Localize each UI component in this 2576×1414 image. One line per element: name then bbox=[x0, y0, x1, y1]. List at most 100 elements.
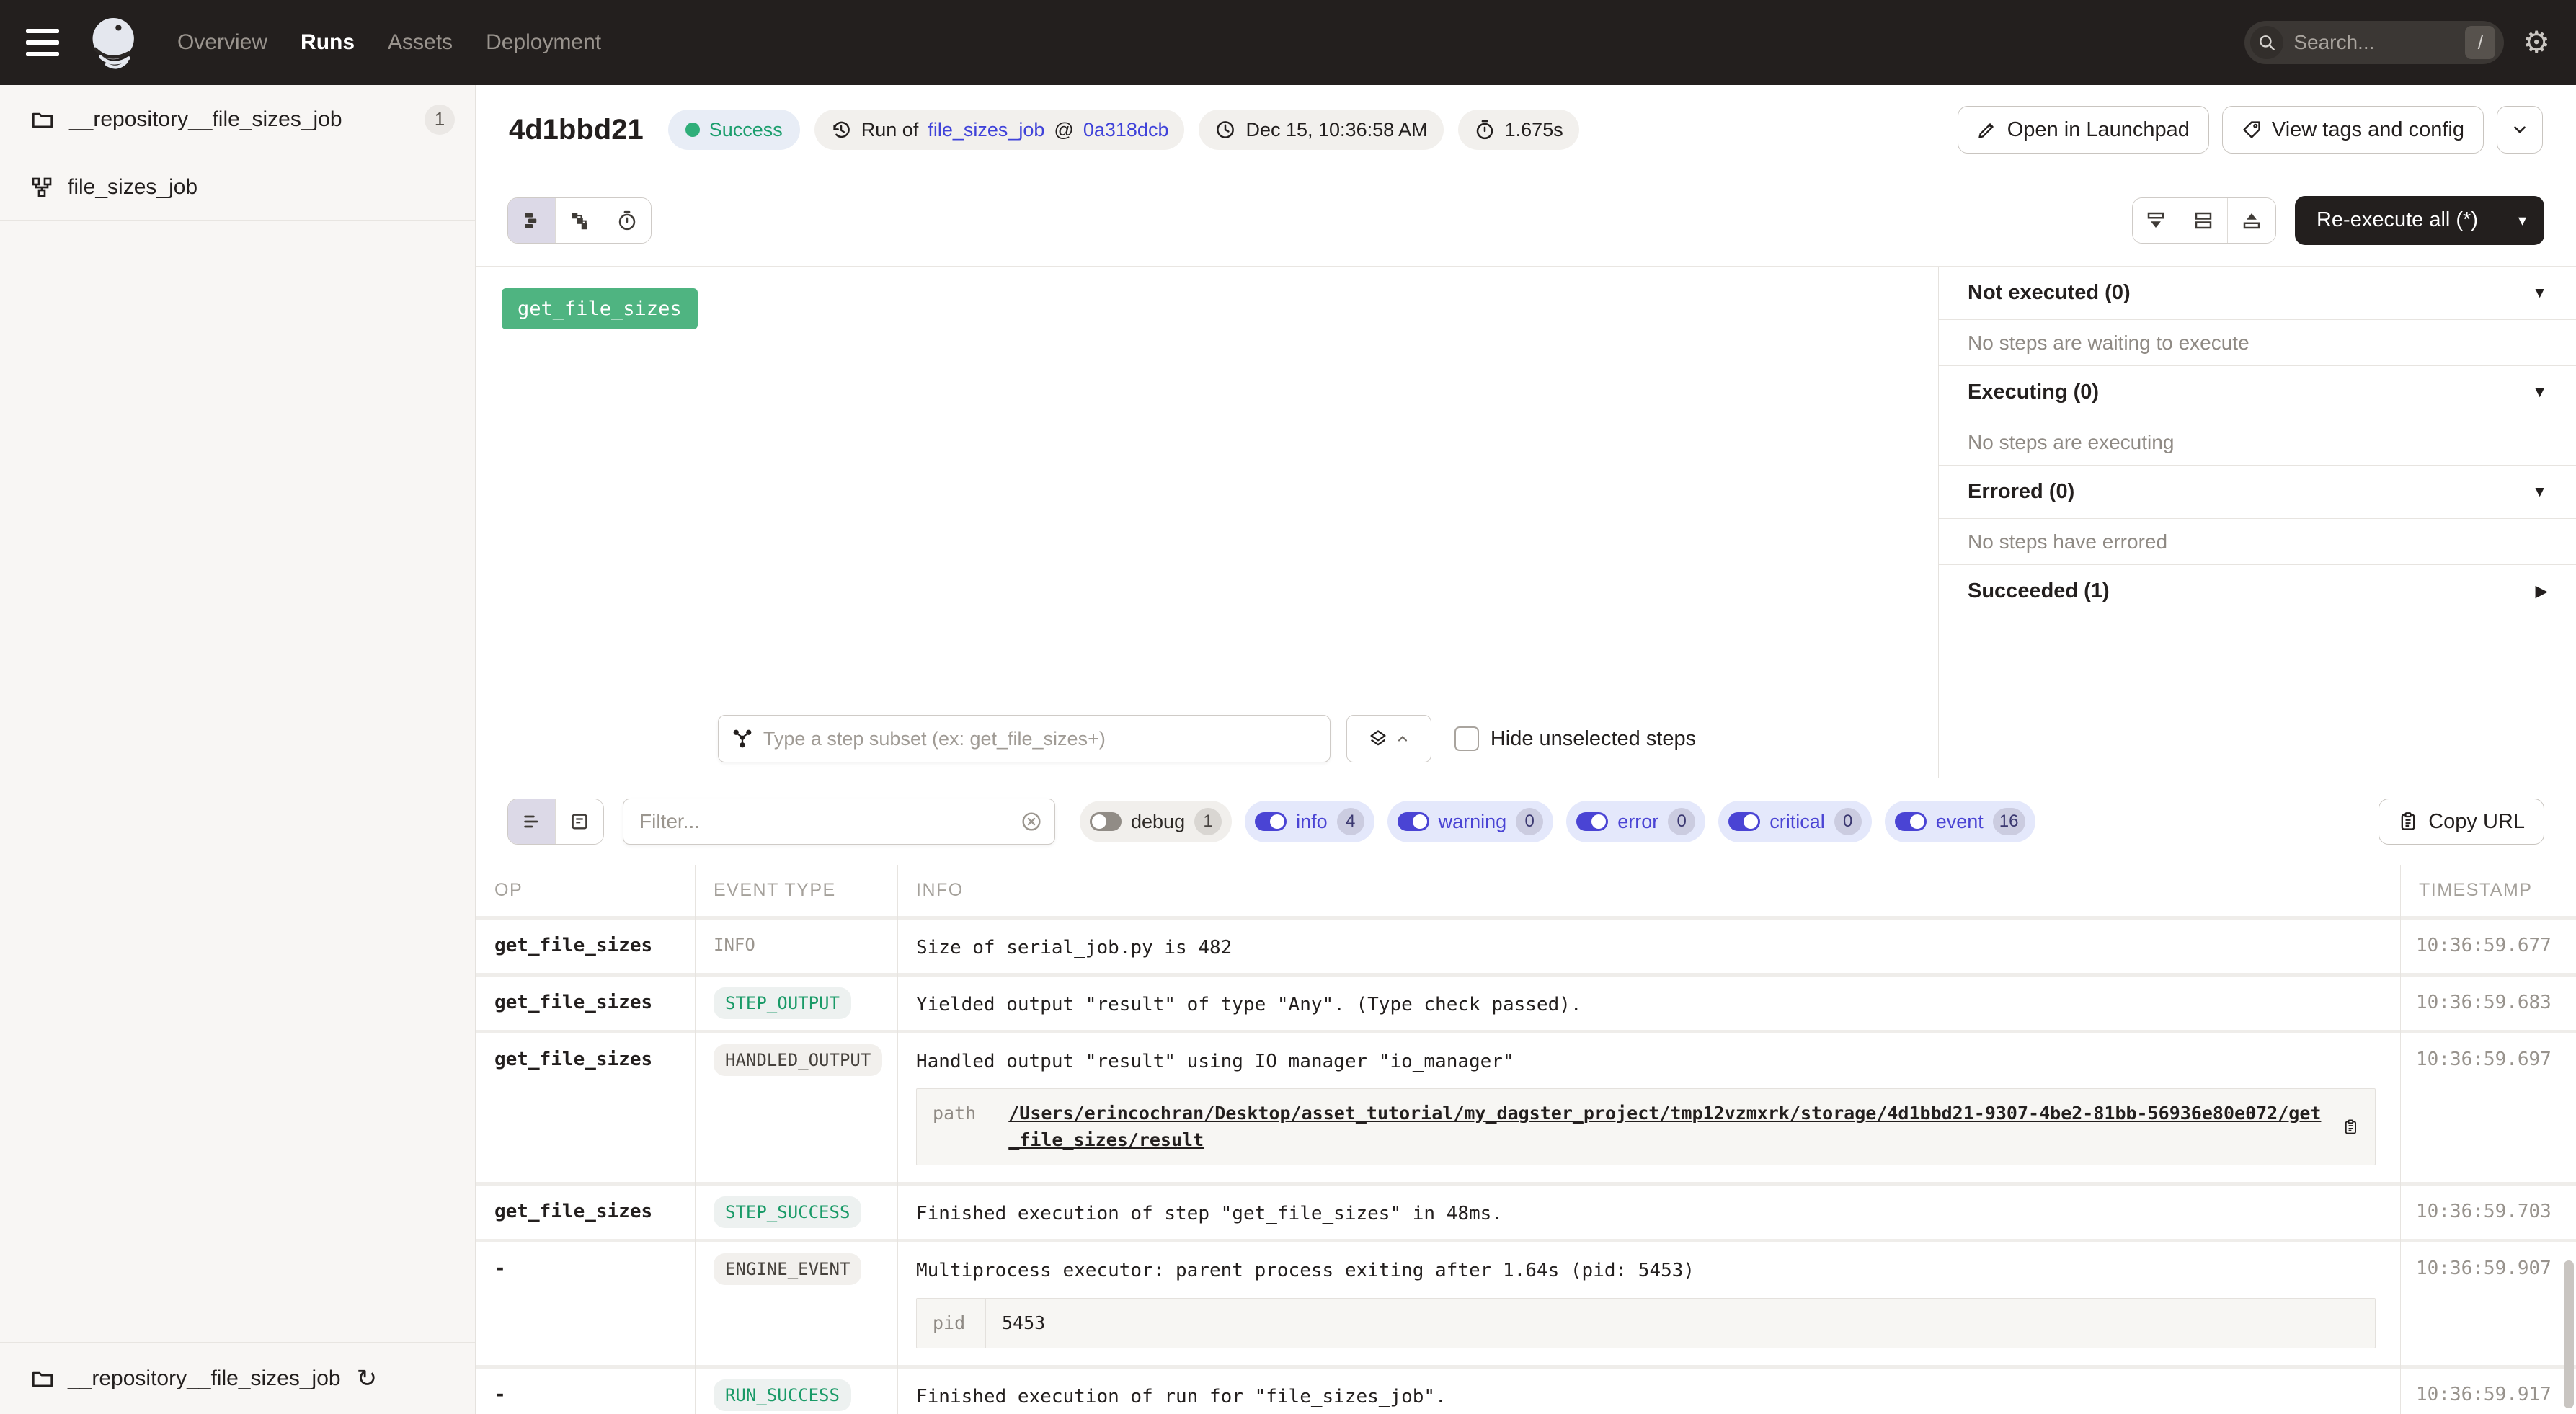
nav-deployment[interactable]: Deployment bbox=[486, 30, 601, 55]
log-table: OP EVENT TYPE INFO TIMESTAMP get_file_si… bbox=[476, 865, 2576, 1414]
log-row[interactable]: get_file_sizes INFO Size of serial_job.p… bbox=[476, 920, 2576, 977]
gantt-toolbar: Re-execute all (*) ▾ bbox=[476, 174, 2576, 267]
log-op: get_file_sizes bbox=[476, 1044, 695, 1070]
chevron-up-icon bbox=[1395, 732, 1410, 746]
toggle-count: 16 bbox=[1993, 808, 2025, 835]
log-row[interactable]: get_file_sizes STEP_SUCCESS Finished exe… bbox=[476, 1186, 2576, 1242]
log-scrollbar-thumb[interactable] bbox=[2564, 1260, 2574, 1408]
raw-log-view-button[interactable] bbox=[556, 799, 603, 844]
step-subset-input[interactable] bbox=[763, 728, 1317, 750]
toggle-switch-icon bbox=[1398, 812, 1429, 831]
sidebar-item-job[interactable]: file_sizes_job bbox=[0, 154, 475, 221]
section-not-executed[interactable]: Not executed (0) ▼ bbox=[1939, 267, 2576, 320]
split-panels-button[interactable] bbox=[2180, 198, 2228, 243]
reexecute-options-button[interactable]: ▾ bbox=[2500, 196, 2544, 245]
graph-query-options-button[interactable] bbox=[1346, 715, 1431, 762]
toggle-switch-icon bbox=[1090, 812, 1122, 831]
toggle-label: warning bbox=[1439, 811, 1507, 833]
view-tags-button[interactable]: View tags and config bbox=[2222, 106, 2484, 154]
log-row[interactable]: - ENGINE_EVENT Multiprocess executor: pa… bbox=[476, 1242, 2576, 1369]
toggle-label: critical bbox=[1769, 811, 1825, 833]
expand-icon: ▶ bbox=[2536, 582, 2547, 600]
nav-overview[interactable]: Overview bbox=[177, 30, 267, 55]
caret-down-icon: ▾ bbox=[2518, 211, 2526, 230]
log-row[interactable]: - RUN_SUCCESS Finished execution of run … bbox=[476, 1369, 2576, 1414]
log-level-toggles: debug 1 info 4 warning 0 bbox=[1080, 801, 2035, 842]
reexecute-all-button[interactable]: Re-execute all (*) bbox=[2295, 196, 2500, 245]
status-badge: Success bbox=[668, 110, 800, 150]
collapse-bottom-panel-button[interactable] bbox=[2133, 198, 2180, 243]
flat-gantt-view-button[interactable] bbox=[508, 198, 556, 243]
section-succeeded[interactable]: Succeeded (1) ▶ bbox=[1939, 565, 2576, 618]
reexecute-split-button: Re-execute all (*) ▾ bbox=[2295, 196, 2544, 245]
panel-down-icon bbox=[2145, 210, 2167, 231]
history-icon bbox=[830, 119, 852, 141]
nav-assets[interactable]: Assets bbox=[388, 30, 453, 55]
step-chip-get-file-sizes[interactable]: get_file_sizes bbox=[502, 288, 698, 329]
log-row[interactable]: get_file_sizes HANDLED_OUTPUT Handled ou… bbox=[476, 1033, 2576, 1186]
log-op: get_file_sizes bbox=[476, 930, 695, 956]
metadata-key: path bbox=[917, 1089, 992, 1165]
search-input[interactable] bbox=[2293, 31, 2455, 54]
gear-icon[interactable]: ⚙ bbox=[2523, 27, 2550, 58]
hide-unselected-checkbox-row[interactable]: Hide unselected steps bbox=[1454, 726, 1696, 751]
raw-view-icon bbox=[569, 812, 590, 832]
sidebar-footer-repository[interactable]: __repository__file_sizes_job ↻ bbox=[0, 1342, 475, 1414]
sidebar-item-repository[interactable]: __repository__file_sizes_job 1 bbox=[0, 85, 475, 154]
more-actions-button[interactable] bbox=[2497, 106, 2543, 154]
event-type-tag: INFO bbox=[714, 930, 755, 959]
toggle-info[interactable]: info 4 bbox=[1245, 801, 1374, 842]
hide-unselected-checkbox[interactable] bbox=[1454, 726, 1479, 751]
section-caption: No steps are waiting to execute bbox=[1939, 320, 2576, 366]
toggle-critical[interactable]: critical 0 bbox=[1718, 801, 1872, 842]
metadata-box: pid 5453 bbox=[916, 1298, 2376, 1348]
toggle-label: event bbox=[1936, 811, 1984, 833]
log-filter-input[interactable] bbox=[639, 810, 1020, 833]
clear-filter-icon[interactable] bbox=[1020, 810, 1043, 833]
run-of-prefix: Run of bbox=[861, 119, 919, 141]
toggle-error[interactable]: error 0 bbox=[1566, 801, 1705, 842]
toggle-label: info bbox=[1296, 811, 1328, 833]
pid-value: 5453 bbox=[1002, 1310, 1045, 1336]
event-type-tag: RUN_SUCCESS bbox=[714, 1379, 851, 1411]
copy-path-icon[interactable] bbox=[2342, 1118, 2359, 1137]
global-search[interactable]: / bbox=[2244, 21, 2504, 64]
pencil-icon bbox=[1977, 120, 1997, 140]
clock-icon bbox=[1214, 119, 1236, 141]
timing-view-button[interactable] bbox=[603, 198, 651, 243]
top-nav: Overview Runs Assets Deployment / ⚙ bbox=[0, 0, 2576, 85]
section-caption: No steps have errored bbox=[1939, 519, 2576, 565]
section-executing[interactable]: Executing (0) ▼ bbox=[1939, 366, 2576, 419]
toggle-debug[interactable]: debug 1 bbox=[1080, 801, 1232, 842]
nav-runs[interactable]: Runs bbox=[301, 30, 355, 55]
structured-log-view-button[interactable] bbox=[508, 799, 556, 844]
section-errored[interactable]: Errored (0) ▼ bbox=[1939, 466, 2576, 519]
reexecute-label: Re-execute all (*) bbox=[2317, 208, 2478, 232]
log-timestamp: 10:36:59.917 bbox=[2400, 1379, 2576, 1405]
copy-url-button[interactable]: Copy URL bbox=[2379, 799, 2544, 845]
view-tags-label: View tags and config bbox=[2272, 118, 2464, 142]
waterfall-gantt-view-button[interactable] bbox=[556, 198, 603, 243]
open-launchpad-button[interactable]: Open in Launchpad bbox=[1958, 106, 2209, 154]
reload-icon[interactable]: ↻ bbox=[357, 1364, 378, 1393]
collapse-top-panel-button[interactable] bbox=[2228, 198, 2275, 243]
log-row[interactable]: get_file_sizes STEP_OUTPUT Yielded outpu… bbox=[476, 977, 2576, 1033]
log-info: Handled output "result" using IO manager… bbox=[897, 1044, 2400, 1171]
at-symbol: @ bbox=[1054, 119, 1073, 141]
toggle-event[interactable]: event 16 bbox=[1885, 801, 2035, 842]
dagster-logo-icon[interactable] bbox=[84, 12, 146, 74]
commit-link[interactable]: 0a318dcb bbox=[1083, 119, 1169, 141]
chevron-down-icon bbox=[2510, 120, 2529, 139]
job-link[interactable]: file_sizes_job bbox=[928, 119, 1044, 141]
log-view-segmented bbox=[507, 799, 604, 845]
panel-up-icon bbox=[2241, 210, 2262, 231]
log-op: get_file_sizes bbox=[476, 987, 695, 1013]
collapse-icon: ▼ bbox=[2532, 484, 2547, 501]
hide-unselected-label: Hide unselected steps bbox=[1491, 727, 1696, 751]
toggle-warning[interactable]: warning 0 bbox=[1387, 801, 1554, 842]
step-subset-bar: Hide unselected steps bbox=[476, 715, 1938, 762]
search-shortcut-badge: / bbox=[2465, 26, 2495, 59]
toggle-label: error bbox=[1617, 811, 1658, 833]
output-path-link[interactable]: /Users/erincochran/Desktop/asset_tutoria… bbox=[1008, 1100, 2331, 1153]
menu-icon[interactable] bbox=[26, 29, 59, 56]
